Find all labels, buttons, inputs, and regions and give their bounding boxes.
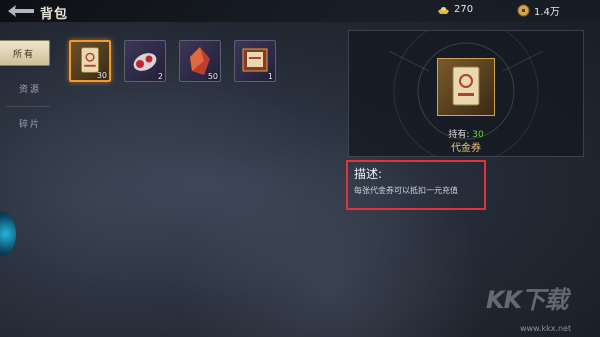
tab-divider: [6, 106, 50, 107]
item-count: 1: [267, 72, 273, 81]
side-orb-button[interactable]: [0, 212, 16, 256]
item-count: 50: [207, 72, 218, 81]
tab-all-label: 所有: [12, 49, 35, 60]
watermark-logo: KK下载: [486, 286, 568, 314]
category-tabs: 所有 资源 碎片: [0, 40, 60, 145]
page-title: 背包: [40, 7, 69, 22]
gold-amount: 270: [454, 4, 474, 15]
tab-resources-label: 资源: [18, 84, 41, 95]
selected-item-icon: [437, 58, 495, 116]
description-text: 每张代金券可以抵扣一元充值: [354, 186, 458, 195]
item-count: 2: [157, 72, 163, 81]
voucher-scroll-icon: [452, 66, 480, 106]
tab-resources[interactable]: 资源: [0, 75, 60, 107]
item-count: 30: [96, 71, 107, 80]
back-arrow-icon[interactable]: [6, 3, 36, 19]
inventory-slot-scroll-box[interactable]: 1: [234, 40, 276, 82]
coin-currency: 1.4万: [517, 3, 560, 18]
copper-coin-icon: [517, 4, 530, 17]
inventory-grid: 30 2 50 1: [69, 40, 276, 82]
tab-fragments[interactable]: 碎片: [0, 110, 60, 136]
tab-all[interactable]: 所有: [0, 40, 50, 66]
gold-currency: 270: [437, 3, 473, 16]
inventory-slot-crystal[interactable]: 50: [179, 40, 221, 82]
tab-fragments-label: 碎片: [18, 119, 41, 130]
inventory-slot-potion[interactable]: 2: [124, 40, 166, 82]
top-bar: 背包 270 1.4万: [0, 0, 600, 22]
description-box: 描述: 每张代金券可以抵扣一元充值: [346, 160, 486, 210]
inventory-slot-voucher[interactable]: 30: [69, 40, 111, 82]
coin-amount: 1.4万: [534, 7, 560, 18]
item-detail-panel: 持有: 30 代金券: [348, 30, 584, 157]
description-title: 描述:: [354, 167, 383, 181]
watermark-url: www.kkx.net: [520, 324, 572, 333]
gold-ingot-icon: [438, 7, 449, 14]
item-name: 代金券: [451, 143, 481, 154]
